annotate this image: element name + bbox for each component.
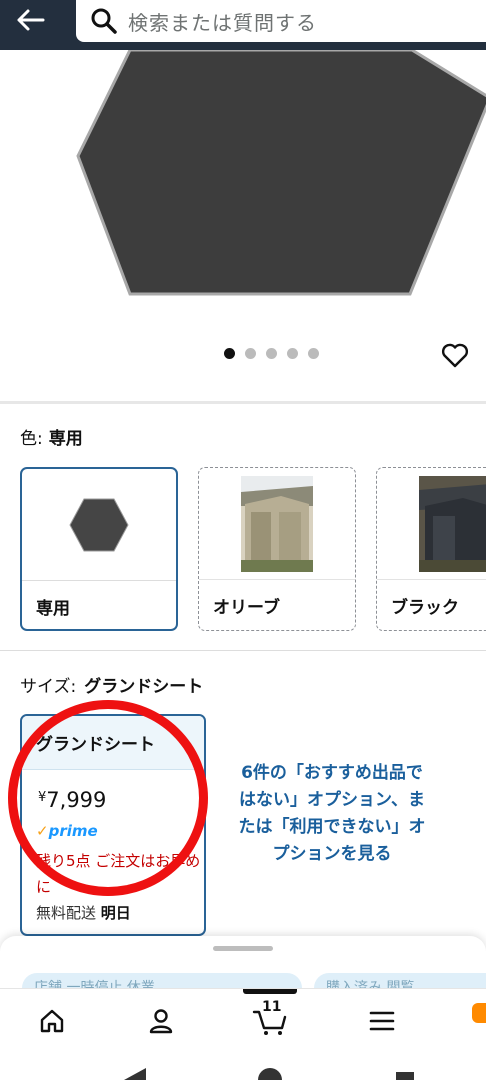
color-option-olive[interactable]: オリーブ bbox=[198, 467, 356, 631]
carousel-dot[interactable] bbox=[245, 348, 256, 359]
person-icon bbox=[149, 1009, 173, 1034]
home-icon bbox=[40, 1009, 64, 1033]
size-label: サイズ: グランドシート bbox=[20, 672, 203, 697]
carousel-dot[interactable] bbox=[266, 348, 277, 359]
menu-icon bbox=[369, 1011, 395, 1031]
hexagon-sheet-thumbnail bbox=[69, 498, 129, 551]
search-icon bbox=[91, 8, 117, 34]
color-option-dedicated[interactable]: 専用 bbox=[20, 467, 178, 631]
shipping-info: 無料配送 明日 bbox=[36, 902, 131, 923]
active-tab-indicator bbox=[243, 989, 297, 994]
carousel-dot[interactable] bbox=[224, 348, 235, 359]
rufus-assistant-icon[interactable] bbox=[472, 1003, 486, 1023]
system-home-icon[interactable] bbox=[258, 1068, 282, 1080]
section-divider bbox=[0, 401, 486, 404]
carousel-dot[interactable] bbox=[308, 348, 319, 359]
swatch-name: ブラック bbox=[377, 579, 486, 630]
swatch-image bbox=[199, 468, 355, 579]
system-recents-icon[interactable] bbox=[396, 1072, 414, 1080]
product-image[interactable] bbox=[0, 50, 486, 330]
swatch-name: 専用 bbox=[22, 580, 176, 629]
system-back-icon[interactable] bbox=[124, 1068, 148, 1080]
swatch-image bbox=[22, 469, 176, 580]
nav-menu-button[interactable] bbox=[362, 1001, 402, 1041]
top-bar: 検索または質問する bbox=[0, 0, 486, 50]
product-page: 検索または質問する 色: 専用 専用 オリーブ ブラック サイズ: グランドシー… bbox=[0, 0, 486, 1080]
search-input[interactable]: 検索または質問する bbox=[76, 0, 486, 42]
annotation-circle bbox=[8, 700, 208, 896]
heart-icon[interactable] bbox=[440, 340, 470, 370]
color-option-black[interactable]: ブラック bbox=[376, 467, 486, 631]
shipping-label: 無料配送 bbox=[36, 904, 97, 922]
color-label-text: 色: bbox=[20, 429, 43, 449]
size-label-text: サイズ: bbox=[20, 677, 77, 697]
image-carousel-dots bbox=[224, 348, 319, 359]
shipping-day: 明日 bbox=[100, 904, 131, 922]
section-divider bbox=[0, 650, 486, 651]
nav-account-button[interactable] bbox=[141, 1001, 181, 1041]
cart-count-badge: 11 bbox=[262, 999, 282, 1015]
system-nav-bar bbox=[0, 1050, 486, 1080]
back-button[interactable] bbox=[4, 0, 56, 40]
back-arrow-icon bbox=[17, 9, 45, 31]
nav-home-button[interactable] bbox=[32, 1001, 72, 1041]
search-placeholder: 検索または質問する bbox=[128, 10, 317, 35]
other-options-link[interactable]: 6件の「おすすめ出品ではない」オプション、または「利用できない」オプションを見る bbox=[236, 760, 428, 868]
sheet-drag-handle[interactable] bbox=[213, 946, 273, 951]
nav-cart-button[interactable]: 11 bbox=[250, 999, 290, 1041]
olive-tent-thumbnail bbox=[241, 475, 313, 572]
swatch-image bbox=[377, 468, 486, 579]
black-tent-thumbnail bbox=[419, 475, 486, 572]
bottom-nav: 11 bbox=[0, 988, 486, 1050]
carousel-dot[interactable] bbox=[287, 348, 298, 359]
size-selected-value: グランドシート bbox=[84, 677, 204, 697]
color-selected-value: 専用 bbox=[48, 429, 83, 449]
color-label: 色: 専用 bbox=[20, 424, 83, 449]
swatch-name: オリーブ bbox=[199, 579, 355, 630]
